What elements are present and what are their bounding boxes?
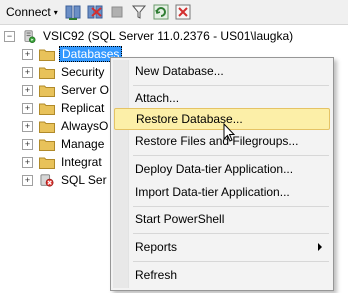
object-explorer-toolbar: Connect ▾ [0, 0, 348, 25]
activity-monitor-icon [175, 4, 191, 20]
tree-node-label: Integrat [61, 155, 102, 169]
tree-node-integration-services[interactable]: + Integrat [22, 153, 104, 171]
menu-item-label: Restore Files and Filegroups... [135, 134, 299, 148]
tree-node-label: Server O [61, 83, 110, 97]
refresh-icon [153, 4, 169, 20]
submenu-arrow-icon [318, 243, 322, 251]
tree-node-label: SQL Ser [61, 173, 107, 187]
folder-icon [39, 67, 55, 79]
folder-icon [39, 85, 55, 97]
folder-icon [39, 49, 55, 61]
folder-icon [39, 103, 55, 115]
tree-root-server[interactable]: − VSIC92 (SQL Server 11.0.2376 - US01\la… [4, 27, 295, 45]
chevron-down-icon: ▾ [53, 7, 58, 17]
filter-icon [131, 5, 146, 19]
tree-node-security[interactable]: + Security [22, 63, 106, 81]
menu-separator [133, 206, 329, 207]
mouse-cursor-icon [223, 123, 235, 142]
expand-icon[interactable]: + [22, 48, 33, 60]
menu-item-label: New Database... [135, 64, 224, 78]
expand-icon[interactable]: + [22, 66, 33, 78]
tree-node-databases[interactable]: + Databases [22, 45, 123, 63]
server-icon [24, 29, 36, 43]
refresh-button[interactable] [152, 3, 170, 21]
menu-item-label: Attach... [135, 91, 180, 105]
tree-node-server-objects[interactable]: + Server O [22, 81, 111, 99]
menu-separator [133, 233, 329, 234]
menu-item-refresh[interactable]: Refresh [114, 264, 330, 286]
menu-item-deploy-data-tier[interactable]: Deploy Data-tier Application... [114, 158, 330, 180]
menu-item-label: Refresh [135, 268, 178, 282]
menu-item-label: Deploy Data-tier Application... [135, 162, 294, 176]
menu-item-restore-files-filegroups[interactable]: Restore Files and Filegroups... [114, 130, 330, 152]
tree-node-label: AlwaysO [61, 119, 109, 133]
menu-separator [133, 155, 329, 156]
menu-item-label: Reports [135, 240, 178, 254]
disconnect-button[interactable] [86, 3, 104, 21]
expand-icon[interactable]: + [22, 120, 33, 132]
collapse-icon[interactable]: − [4, 30, 15, 42]
connect-object-explorer-button[interactable] [64, 3, 82, 21]
folder-icon [39, 139, 55, 151]
menu-item-reports[interactable]: Reports [114, 236, 330, 258]
stop-button[interactable] [108, 3, 126, 21]
menu-item-start-powershell[interactable]: Start PowerShell [114, 208, 330, 230]
menu-item-label: Import Data-tier Application... [135, 185, 290, 199]
folder-icon [39, 157, 55, 169]
expand-icon[interactable]: + [22, 84, 33, 96]
menu-item-import-data-tier[interactable]: Import Data-tier Application... [114, 181, 330, 203]
menu-separator [133, 261, 329, 262]
summary-button[interactable] [174, 3, 192, 21]
expand-icon[interactable]: + [22, 138, 33, 150]
tree-node-sql-server-agent[interactable]: + SQL Ser [22, 171, 109, 189]
server-node-label: VSIC92 (SQL Server 11.0.2376 - US01\laug… [43, 29, 294, 43]
connect-button[interactable]: Connect ▾ [4, 2, 60, 22]
tree-node-alwayson[interactable]: + AlwaysO [22, 117, 110, 135]
disconnect-icon [87, 5, 103, 19]
expand-icon[interactable]: + [22, 174, 33, 186]
databases-context-menu: New Database... Attach... Restore Databa… [110, 57, 334, 291]
tree-node-label: Manage [61, 137, 105, 151]
server-connect-icon [65, 5, 81, 20]
stop-icon [111, 6, 123, 18]
tree-node-replication[interactable]: + Replicat [22, 99, 106, 117]
connect-label: Connect [6, 5, 51, 19]
menu-item-new-database[interactable]: New Database... [114, 60, 330, 82]
tree-node-label: Security [61, 65, 105, 79]
agent-disabled-icon [40, 173, 54, 187]
menu-item-attach[interactable]: Attach... [114, 87, 330, 109]
folder-icon [39, 121, 55, 133]
menu-item-restore-database[interactable]: Restore Database... [114, 108, 330, 130]
tree-node-label: Replicat [61, 101, 105, 115]
tree-node-management[interactable]: + Manage [22, 135, 106, 153]
menu-item-label: Start PowerShell [135, 212, 225, 226]
expand-icon[interactable]: + [22, 102, 33, 114]
menu-separator [133, 85, 329, 86]
expand-icon[interactable]: + [22, 156, 33, 168]
filter-button[interactable] [130, 3, 148, 21]
